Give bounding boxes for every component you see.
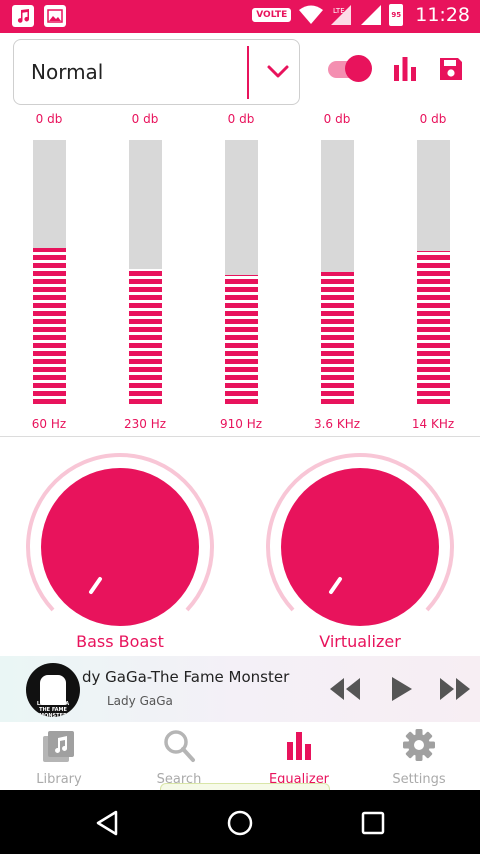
nav-label: Library bbox=[36, 772, 82, 787]
nav-search[interactable]: Search bbox=[129, 728, 229, 788]
bass-boost-knob[interactable]: Bass Boast bbox=[25, 452, 215, 652]
nav-library[interactable]: Library bbox=[9, 728, 109, 788]
play-icon bbox=[392, 677, 412, 701]
band-freq-label: 14 KHz bbox=[411, 417, 455, 431]
bar-chart-icon[interactable] bbox=[393, 55, 417, 81]
system-indicators: VOLTE LTE 95 11:28 bbox=[252, 4, 470, 26]
equalizer-icon bbox=[287, 732, 311, 760]
recents-icon[interactable] bbox=[358, 808, 388, 838]
band-level bbox=[33, 248, 66, 404]
search-icon bbox=[164, 730, 195, 762]
band-db-label: 0 db bbox=[419, 112, 447, 126]
virtualizer-knob[interactable]: Virtualizer bbox=[265, 452, 455, 652]
status-bar: VOLTE LTE 95 11:28 bbox=[0, 0, 480, 33]
music-note-icon bbox=[12, 5, 34, 27]
band-freq-label: 3.6 KHz bbox=[313, 417, 361, 431]
band-db-label: 0 db bbox=[35, 112, 63, 126]
band-level bbox=[321, 272, 354, 404]
band-db-label: 0 db bbox=[323, 112, 351, 126]
band-level bbox=[417, 250, 450, 404]
track-artist: Lady GaGa bbox=[107, 694, 173, 708]
home-icon[interactable] bbox=[225, 808, 255, 838]
section-divider bbox=[0, 436, 480, 437]
virtualizer-label: Virtualizer bbox=[319, 632, 401, 651]
toggle-knob bbox=[345, 55, 372, 82]
back-icon[interactable] bbox=[92, 808, 122, 838]
save-icon[interactable] bbox=[438, 56, 464, 82]
band-slider[interactable] bbox=[225, 140, 258, 404]
track-title: dy GaGa-The Fame Monster bbox=[82, 668, 290, 686]
notification-icons bbox=[12, 5, 66, 27]
wifi-icon bbox=[299, 5, 324, 24]
bottom-navigation: Library Search Equalizer Settings bbox=[0, 722, 480, 790]
band-level bbox=[129, 269, 162, 404]
band-level bbox=[225, 274, 258, 404]
battery-icon: 95 bbox=[389, 4, 404, 26]
band-slider[interactable] bbox=[129, 140, 162, 404]
chevron-down-icon[interactable] bbox=[266, 62, 290, 82]
fast-forward-icon bbox=[440, 678, 470, 700]
nav-settings[interactable]: Settings bbox=[369, 728, 469, 788]
settings-icon bbox=[403, 729, 435, 761]
signal-icon-2 bbox=[361, 5, 382, 25]
clock: 11:28 bbox=[415, 4, 470, 26]
band-freq-label: 910 Hz bbox=[219, 417, 263, 431]
virtualizer-dial[interactable] bbox=[265, 452, 455, 642]
band-slider[interactable] bbox=[321, 140, 354, 404]
library-icon bbox=[43, 731, 74, 762]
band-freq-label: 60 Hz bbox=[31, 417, 67, 431]
rewind-button[interactable] bbox=[328, 676, 362, 702]
album-art-text: LADY GAGA THE FAME MONSTER bbox=[36, 701, 70, 717]
rewind-icon bbox=[330, 678, 360, 700]
preset-value: Normal bbox=[31, 60, 104, 84]
album-art[interactable]: LADY GAGA THE FAME MONSTER bbox=[26, 663, 80, 717]
play-button[interactable] bbox=[390, 676, 414, 702]
svg-text:LTE: LTE bbox=[333, 7, 345, 15]
bass-boost-dial[interactable] bbox=[25, 452, 215, 642]
nav-equalizer[interactable]: Equalizer bbox=[249, 728, 349, 788]
band-freq-label: 230 Hz bbox=[123, 417, 167, 431]
fast-forward-button[interactable] bbox=[438, 676, 472, 702]
image-icon bbox=[44, 5, 66, 27]
bass-boost-label: Bass Boast bbox=[76, 632, 164, 651]
dropdown-divider bbox=[247, 46, 249, 99]
active-tab-highlight bbox=[160, 783, 330, 790]
band-slider[interactable] bbox=[33, 140, 66, 404]
band-slider[interactable] bbox=[417, 140, 450, 404]
band-db-label: 0 db bbox=[131, 112, 159, 126]
equalizer-toggle[interactable] bbox=[328, 55, 372, 83]
system-navigation-bar bbox=[0, 790, 480, 854]
volte-badge: VOLTE bbox=[252, 8, 292, 22]
nav-label: Settings bbox=[392, 772, 446, 787]
signal-icon: LTE bbox=[331, 5, 352, 25]
band-db-label: 0 db bbox=[227, 112, 255, 126]
preset-dropdown[interactable]: Normal bbox=[13, 39, 300, 105]
